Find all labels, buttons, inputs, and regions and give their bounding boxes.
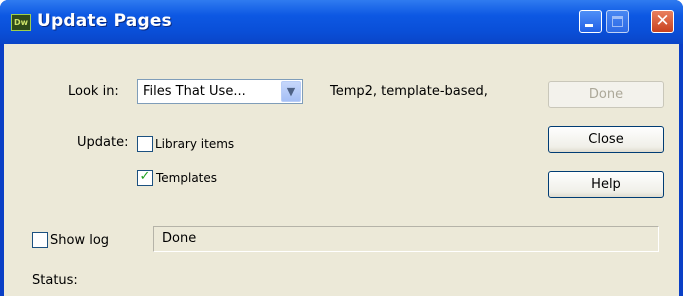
log-field: Done [153,226,659,252]
look-in-description: Temp2, template-based, [330,84,488,99]
done-button[interactable]: Done [548,81,664,108]
close-icon: ✕ [655,11,670,31]
update-pages-dialog: Dw Update Pages ✕ Look in: Files That Us… [0,0,683,296]
window-title: Update Pages [37,11,172,31]
show-log-label: Show log [50,233,110,248]
status-label: Status: [32,273,78,288]
show-log-checkbox[interactable] [32,232,48,248]
chevron-down-icon[interactable]: ▼ [281,81,301,102]
library-items-label: Library items [155,137,235,151]
log-value: Done [162,231,197,246]
look-in-selected-value: Files That Use... [143,84,246,99]
minimize-button[interactable] [579,10,602,33]
templates-label: Templates [156,171,218,185]
checkmark-icon: ✓ [139,169,151,184]
dreamweaver-app-icon: Dw [11,14,31,31]
look-in-select[interactable]: Files That Use... ▼ [137,79,303,104]
minimize-icon [585,24,593,27]
library-items-checkbox[interactable] [137,136,153,152]
update-label: Update: [77,135,129,150]
help-button[interactable]: Help [548,171,664,198]
templates-checkbox[interactable]: ✓ [137,169,153,186]
close-window-button[interactable]: ✕ [651,10,674,33]
maximize-icon [612,16,623,27]
close-button[interactable]: Close [548,126,664,153]
maximize-button[interactable] [606,10,629,33]
title-bar[interactable]: Dw Update Pages ✕ [0,0,683,44]
look-in-label: Look in: [68,84,119,99]
